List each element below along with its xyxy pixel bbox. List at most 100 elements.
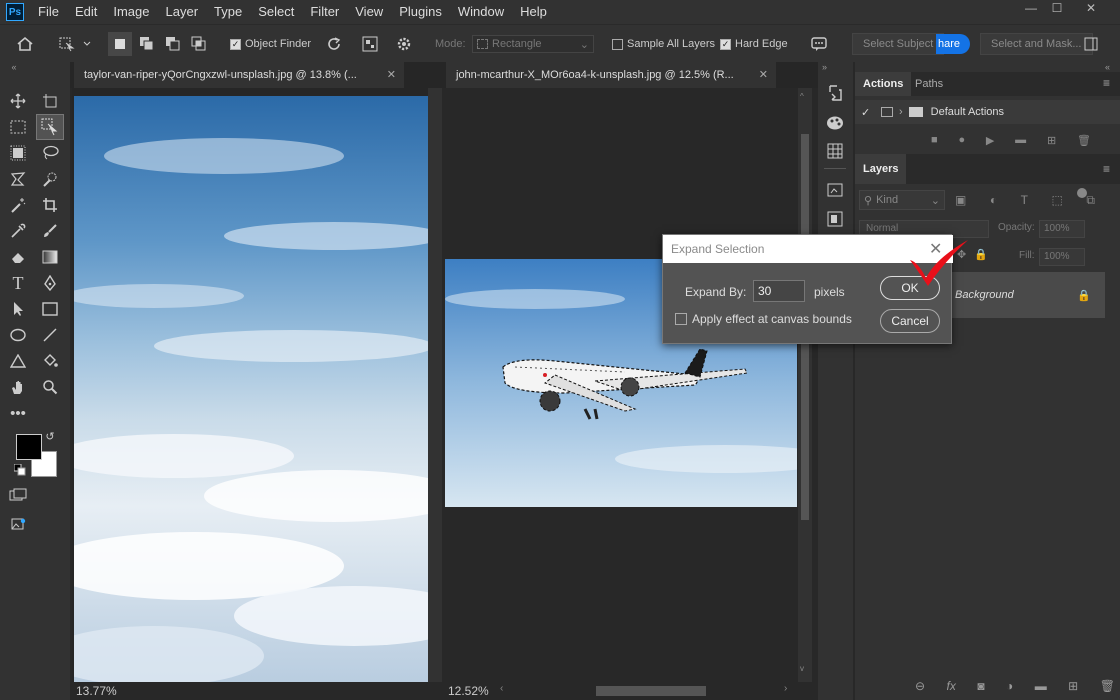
path-selection-icon[interactable] <box>6 298 30 320</box>
properties-panel-icon[interactable] <box>823 208 847 230</box>
chevron-right-icon[interactable]: › <box>899 106 903 118</box>
quick-selection-tool-icon[interactable] <box>38 168 62 190</box>
menu-edit[interactable]: Edit <box>67 0 105 24</box>
tab-paths[interactable]: Paths <box>907 72 951 96</box>
shape-filter-icon[interactable]: ⬚ <box>1052 193 1063 209</box>
new-set-folder-icon[interactable]: ▬ <box>1015 134 1026 146</box>
vertical-scrollbar[interactable] <box>428 88 442 682</box>
close-window-button[interactable]: ✕ <box>1076 0 1106 18</box>
select-and-mask-button[interactable]: Select and Mask... <box>980 25 1093 63</box>
vertical-scrollbar[interactable]: ^ v <box>798 88 812 682</box>
eyedropper-icon[interactable] <box>6 220 30 242</box>
menu-filter[interactable]: Filter <box>302 0 347 24</box>
default-colors-icon[interactable] <box>13 463 26 476</box>
polygonal-lasso-icon[interactable] <box>6 168 30 190</box>
intersect-selection-icon[interactable] <box>190 25 208 63</box>
object-selection-tool-preset-icon[interactable] <box>58 25 92 63</box>
fill-input[interactable]: 100% <box>1039 248 1085 266</box>
add-to-selection-icon[interactable] <box>138 25 156 63</box>
actions-row-default[interactable]: ✓ › Default Actions <box>855 100 1120 124</box>
pixel-filter-icon[interactable]: ▣ <box>955 193 966 209</box>
swatches-panel-icon[interactable] <box>823 140 847 162</box>
quick-mask-icon[interactable] <box>6 484 30 506</box>
menu-help[interactable]: Help <box>512 0 555 24</box>
panel-toggle-icon[interactable] <box>1084 25 1098 63</box>
object-finder-checkbox[interactable]: ✓ Object Finder <box>230 25 311 63</box>
brush-tool-icon[interactable] <box>38 220 62 242</box>
type-tool-icon[interactable]: T <box>6 272 30 294</box>
layer-style-icon[interactable]: fx <box>947 679 956 693</box>
panel-menu-icon[interactable]: ≡ <box>1103 76 1110 90</box>
pen-tool-icon[interactable] <box>38 272 62 294</box>
eraser-icon[interactable] <box>6 246 30 268</box>
trash-icon[interactable]: 🗑 <box>1100 679 1115 693</box>
trash-icon[interactable]: 🗑 <box>1077 134 1091 147</box>
menu-window[interactable]: Window <box>450 0 512 24</box>
menu-layer[interactable]: Layer <box>158 0 207 24</box>
frame-tool-icon[interactable] <box>6 142 30 164</box>
menu-select[interactable]: Select <box>250 0 302 24</box>
collapse-icon[interactable]: « <box>2 62 26 72</box>
smart-object-filter-icon[interactable]: ⧉ <box>1086 193 1095 209</box>
document-tab-1[interactable]: taylor-van-riper-yQorCngxzwl-unsplash.jp… <box>74 62 404 88</box>
scrollbar-thumb[interactable] <box>596 686 706 696</box>
speech-bubble-icon[interactable] <box>810 25 828 63</box>
scroll-up-icon[interactable]: ^ <box>800 92 804 101</box>
menu-file[interactable]: File <box>30 0 67 24</box>
filter-toggle-icon[interactable] <box>1077 188 1087 198</box>
share-button[interactable]: hare <box>936 25 971 63</box>
lock-icon[interactable]: 🔒 <box>974 248 988 264</box>
layer-kind-filter[interactable]: ⚲ Kind ⌄ <box>859 190 945 210</box>
cancel-button[interactable]: Cancel <box>880 309 940 333</box>
history-panel-icon[interactable] <box>823 82 847 104</box>
gradient-tool-icon[interactable] <box>38 246 62 268</box>
color-panel-icon[interactable] <box>823 112 847 134</box>
close-tab-icon[interactable]: ✕ <box>387 62 396 88</box>
close-tab-icon[interactable]: ✕ <box>759 62 768 88</box>
rectangle-tool-icon[interactable] <box>38 298 62 320</box>
sample-all-layers-checkbox[interactable]: Sample All Layers <box>612 25 715 63</box>
move-tool-icon[interactable] <box>6 90 30 112</box>
new-layer-icon[interactable]: ⊞ <box>1068 679 1078 693</box>
zoom-tool-icon[interactable] <box>38 376 62 398</box>
horizontal-scrollbar[interactable]: ‹ › <box>500 683 800 698</box>
object-selection-tool-icon[interactable] <box>36 114 64 140</box>
refresh-icon[interactable] <box>326 25 342 63</box>
new-group-icon[interactable]: ▬ <box>1035 679 1047 693</box>
link-layers-icon[interactable]: ⊖ <box>915 679 925 693</box>
stop-icon[interactable]: ■ <box>931 134 938 146</box>
new-action-icon[interactable]: ⊞ <box>1047 134 1056 147</box>
scroll-right-icon[interactable]: › <box>784 683 787 694</box>
lasso-tool-icon[interactable] <box>38 142 62 164</box>
collapse-icon[interactable]: » <box>822 62 827 72</box>
maximize-button[interactable]: ☐ <box>1042 0 1072 18</box>
screen-mode-icon[interactable] <box>6 514 30 536</box>
magic-wand-icon[interactable] <box>6 194 30 216</box>
crop-tool-icon[interactable] <box>38 194 62 216</box>
play-icon[interactable]: ▶ <box>986 134 994 147</box>
menu-view[interactable]: View <box>347 0 391 24</box>
line-tool-icon[interactable] <box>38 324 62 346</box>
menu-image[interactable]: Image <box>105 0 157 24</box>
scroll-down-icon[interactable]: v <box>800 664 804 673</box>
canvas-bounds-checkbox[interactable] <box>675 313 687 325</box>
subtract-from-selection-icon[interactable] <box>164 25 182 63</box>
new-selection-icon[interactable] <box>108 25 132 63</box>
tab-actions[interactable]: Actions <box>855 72 912 96</box>
mode-select[interactable]: Rectangle ⌄ <box>472 25 594 63</box>
paint-bucket-icon[interactable] <box>38 350 62 372</box>
gear-icon[interactable] <box>396 25 412 63</box>
expand-by-input[interactable]: 30 <box>753 280 805 302</box>
collapse-icon[interactable]: « <box>1105 62 1110 72</box>
swap-colors-icon[interactable]: ↺ <box>42 428 58 444</box>
opacity-input[interactable]: 100% <box>1039 220 1085 238</box>
triangle-tool-icon[interactable] <box>6 350 30 372</box>
more-tools-icon[interactable]: ••• <box>6 402 30 424</box>
hard-edge-checkbox[interactable]: ✓ Hard Edge <box>720 25 788 63</box>
record-icon[interactable]: ● <box>958 134 965 146</box>
document-tab-2[interactable]: john-mcarthur-X_MOr6oa4-k-unsplash.jpg @… <box>446 62 776 88</box>
show-all-objects-icon[interactable] <box>362 25 378 63</box>
menu-type[interactable]: Type <box>206 0 250 24</box>
dialog-toggle-icon[interactable] <box>881 107 893 117</box>
type-filter-icon[interactable]: T <box>1021 193 1028 209</box>
